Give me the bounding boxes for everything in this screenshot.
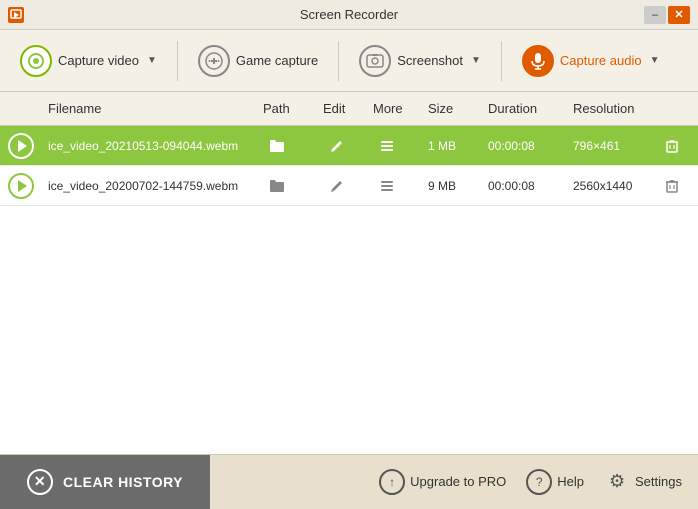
help-button[interactable]: ? Help [518,465,592,499]
capture-audio-icon [522,45,554,77]
table-row: ice_video_20210513-094044.webm [0,126,698,166]
capture-audio-svg [529,52,547,70]
edit-button-1[interactable] [323,132,351,160]
screenshot-icon [359,45,391,77]
trash-icon-2 [666,179,678,193]
game-capture-button[interactable]: Game capture [188,39,328,83]
trash-icon-1 [666,139,678,153]
capture-video-button[interactable]: Capture video ▼ [10,39,167,83]
title-bar-left [8,7,24,23]
resolution-cell-2: 2560x1440 [569,179,654,193]
app-icon [8,7,24,23]
bottom-right: ↑ Upgrade to PRO ? Help ⚙ Settings [371,465,698,499]
folder-icon-1 [269,139,285,153]
play-cell-2 [4,173,44,199]
path-button-1[interactable] [263,132,291,160]
upgrade-button[interactable]: ↑ Upgrade to PRO [371,465,514,499]
filename-cell-2: ice_video_20200702-144759.webm [44,179,259,193]
delete-cell-1 [654,132,694,160]
clear-history-button[interactable]: ✕ CLEAR HISTORY [0,455,210,509]
help-icon: ? [526,469,552,495]
window-title: Screen Recorder [300,7,398,22]
more-button-1[interactable] [373,132,401,160]
lines-icon-2 [380,180,394,192]
toolbar: Capture video ▼ Game capture [0,30,698,92]
title-bar-controls: – ✕ [644,6,690,24]
screenshot-button[interactable]: Screenshot ▼ [349,39,491,83]
content-area: Filename Path Edit More Size Duration Re… [0,92,698,508]
capture-video-arrow: ▼ [147,55,157,66]
help-label: Help [557,474,584,489]
delete-cell-2 [654,172,694,200]
screenshot-svg [365,51,385,71]
path-cell-2 [259,172,319,200]
play-triangle-1 [18,140,27,152]
play-button-1[interactable] [8,133,34,159]
game-capture-label: Game capture [236,53,318,68]
capture-video-label: Capture video [58,53,139,68]
more-cell-2 [369,172,424,200]
play-triangle-2 [18,180,27,192]
duration-cell-1: 00:00:08 [484,139,569,153]
lines-icon-1 [380,140,394,152]
size-cell-1: 1 MB [424,139,484,153]
th-path: Path [259,101,319,116]
resolution-cell-1: 796×461 [569,139,654,153]
th-size: Size [424,101,484,116]
delete-button-1[interactable] [658,132,686,160]
path-button-2[interactable] [263,172,291,200]
delete-button-2[interactable] [658,172,686,200]
toolbar-separator-1 [177,41,178,81]
edit-button-2[interactable] [323,172,351,200]
filename-cell-1: ice_video_20210513-094044.webm [44,139,259,153]
capture-audio-arrow: ▼ [650,55,660,66]
upgrade-icon: ↑ [379,469,405,495]
th-duration: Duration [484,101,569,116]
capture-audio-button[interactable]: Capture audio ▼ [512,39,670,83]
pencil-icon-1 [330,139,344,153]
more-cell-1 [369,132,424,160]
screenshot-arrow: ▼ [471,55,481,66]
gear-icon: ⚙ [604,469,630,495]
th-resolution: Resolution [569,101,654,116]
title-bar: Screen Recorder – ✕ [0,0,698,30]
folder-icon-2 [269,179,285,193]
capture-video-svg [27,52,45,70]
capture-video-icon [20,45,52,77]
game-capture-icon [198,45,230,77]
play-button-2[interactable] [8,173,34,199]
game-capture-svg [204,51,224,71]
more-button-2[interactable] [373,172,401,200]
upgrade-label: Upgrade to PRO [410,474,506,489]
table-header: Filename Path Edit More Size Duration Re… [0,92,698,126]
app-icon-svg [10,9,22,21]
toolbar-separator-3 [501,41,502,81]
clear-icon: ✕ [27,469,53,495]
bottom-bar: ✕ CLEAR HISTORY ↑ Upgrade to PRO ? Help … [0,454,698,508]
settings-button[interactable]: ⚙ Settings [596,465,690,499]
th-edit: Edit [319,101,369,116]
app-window: Screen Recorder – ✕ Capture video ▼ [0,0,698,508]
path-cell-1 [259,132,319,160]
th-filename: Filename [44,101,259,116]
capture-audio-label: Capture audio [560,53,642,68]
table-row: ice_video_20200702-144759.webm [0,166,698,206]
play-cell-1 [4,133,44,159]
clear-history-label: CLEAR HISTORY [63,474,183,490]
edit-cell-1 [319,132,369,160]
edit-cell-2 [319,172,369,200]
size-cell-2: 9 MB [424,179,484,193]
screenshot-label: Screenshot [397,53,463,68]
minimize-button[interactable]: – [644,6,666,24]
duration-cell-2: 00:00:08 [484,179,569,193]
toolbar-separator-2 [338,41,339,81]
th-more: More [369,101,424,116]
pencil-icon-2 [330,179,344,193]
close-button[interactable]: ✕ [668,6,690,24]
settings-label: Settings [635,474,682,489]
